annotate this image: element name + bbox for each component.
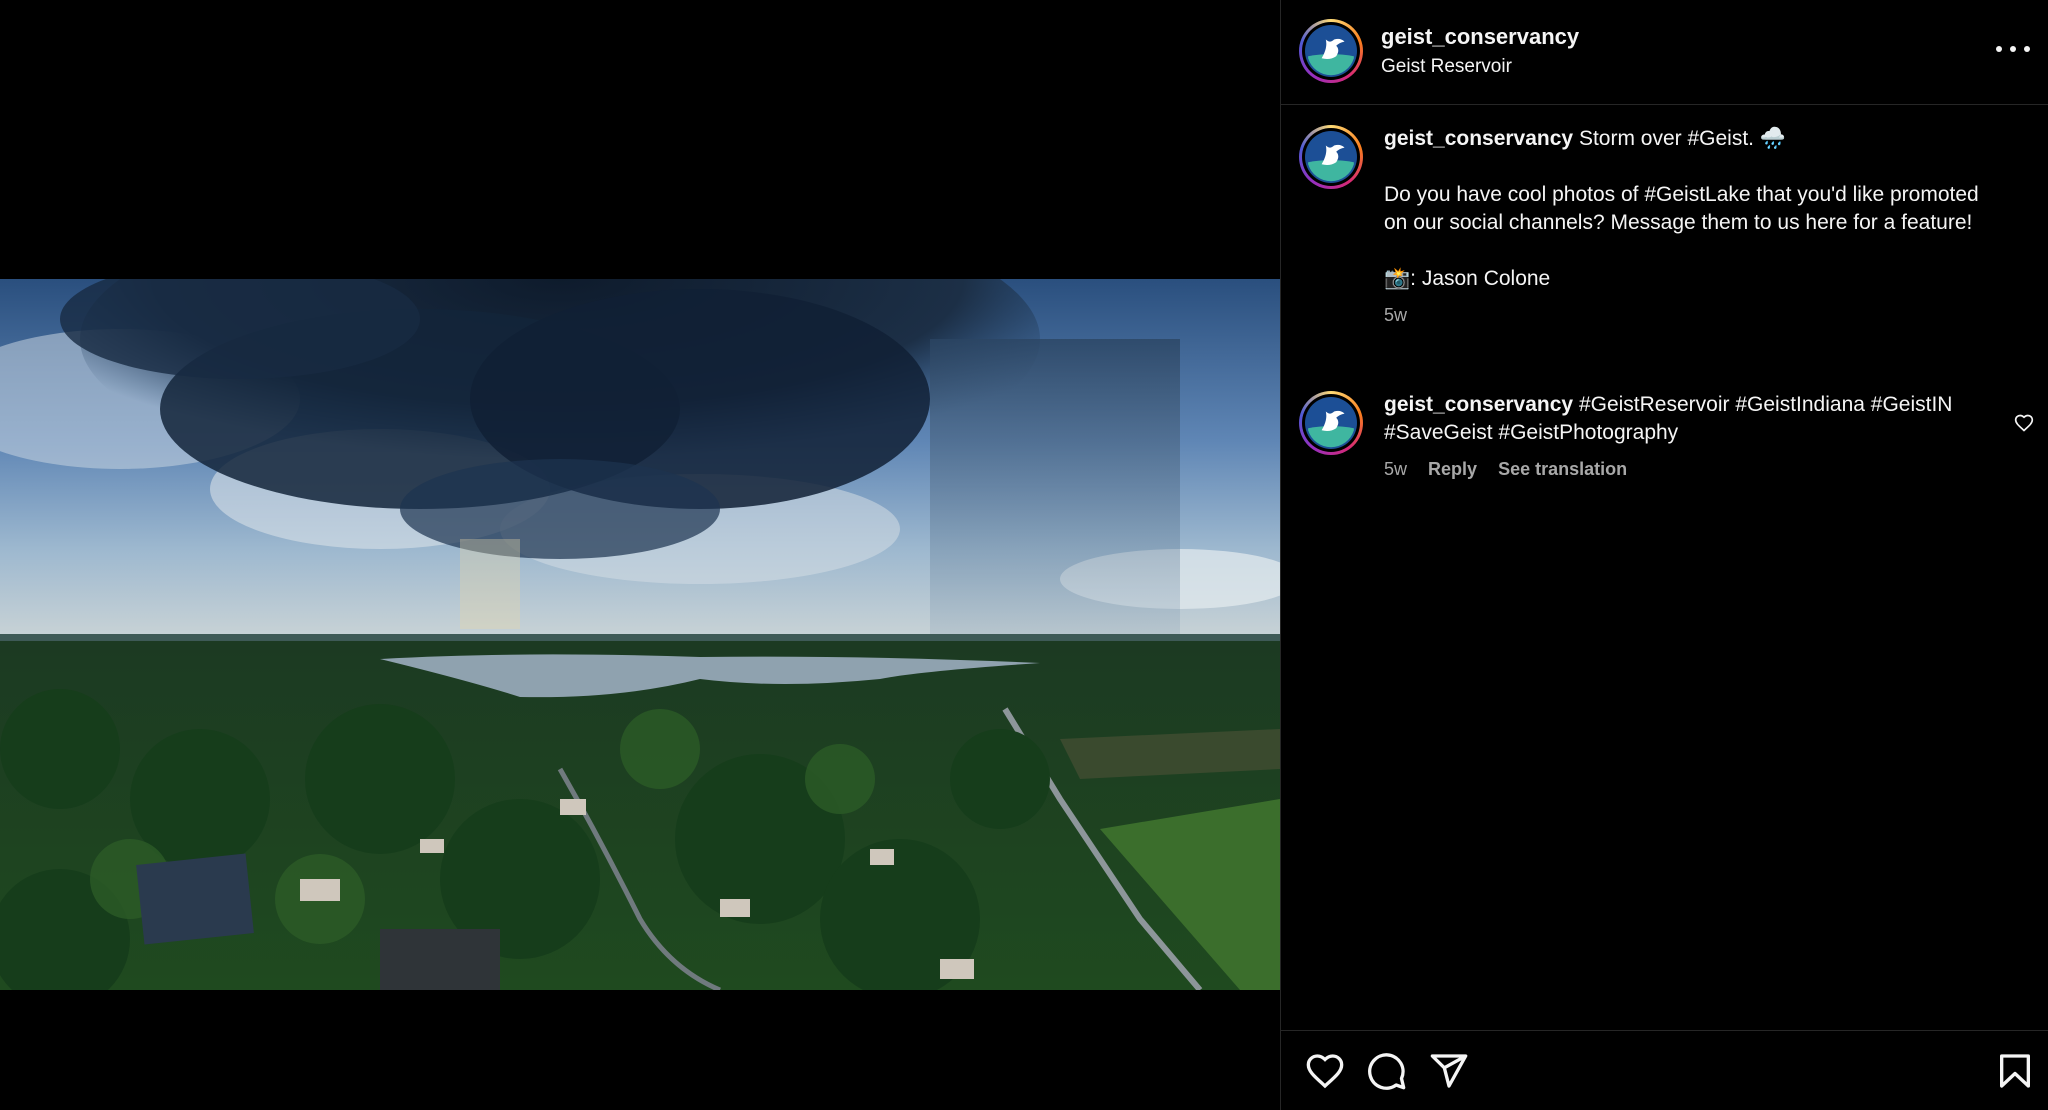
send-icon bbox=[1430, 1054, 1468, 1088]
heart-icon[interactable] bbox=[2014, 413, 2034, 433]
header-username[interactable]: geist_conservancy bbox=[1381, 24, 1579, 50]
post-details-panel: geist_conservancy Geist Reservoir geist_… bbox=[1280, 0, 2048, 1110]
more-horizontal-icon[interactable] bbox=[1996, 36, 2030, 62]
comment-timestamp: 5w bbox=[1384, 459, 1408, 479]
avatar[interactable] bbox=[1299, 19, 1363, 83]
caption-text: Storm over #Geist. 🌧️ bbox=[1578, 127, 1786, 150]
avatar[interactable] bbox=[1299, 125, 1363, 189]
comment-bubble-icon bbox=[1368, 1053, 1406, 1090]
caption-paragraph: Do you have cool photos of #GeistLake th… bbox=[1384, 183, 1979, 234]
dot bbox=[2024, 46, 2030, 52]
like-button[interactable] bbox=[1305, 1051, 1345, 1091]
media-pane bbox=[0, 0, 1280, 1110]
photo-credit: 📸: Jason Colone bbox=[1384, 267, 1551, 290]
caption-meta: 5w bbox=[1384, 303, 1988, 327]
dot bbox=[1996, 46, 2002, 52]
dot bbox=[2010, 46, 2016, 52]
caption-username[interactable]: geist_conservancy bbox=[1384, 127, 1573, 150]
header-location[interactable]: Geist Reservoir bbox=[1381, 56, 1512, 78]
heron-logo-icon bbox=[1305, 397, 1357, 449]
share-button[interactable] bbox=[1429, 1051, 1469, 1091]
comment-meta: 5w Reply See translation bbox=[1384, 457, 1988, 481]
bookmark-icon bbox=[2000, 1054, 2030, 1088]
comment-username[interactable]: geist_conservancy bbox=[1384, 393, 1573, 416]
storm-landscape-image bbox=[0, 279, 1280, 990]
post-photo[interactable] bbox=[0, 279, 1280, 990]
avatar[interactable] bbox=[1299, 391, 1363, 455]
comment-content: geist_conservancy #GeistReservoir #Geist… bbox=[1384, 391, 1988, 447]
comment-body: geist_conservancy #GeistReservoir #Geist… bbox=[1384, 391, 1988, 481]
see-translation-button[interactable]: See translation bbox=[1498, 459, 1627, 479]
post-viewer: geist_conservancy Geist Reservoir geist_… bbox=[0, 0, 2048, 1110]
post-header: geist_conservancy Geist Reservoir bbox=[1281, 0, 2048, 105]
caption-body: geist_conservancy Storm over #Geist. 🌧️ … bbox=[1384, 125, 1988, 327]
heart-icon bbox=[1306, 1054, 1344, 1089]
comment-button[interactable] bbox=[1367, 1051, 1407, 1091]
heron-logo-icon bbox=[1305, 131, 1357, 183]
caption-first-line: geist_conservancy Storm over #Geist. 🌧️ bbox=[1384, 125, 1988, 153]
caption-timestamp: 5w bbox=[1384, 305, 1408, 325]
action-bar bbox=[1281, 1030, 2048, 1110]
save-button[interactable] bbox=[1995, 1051, 2035, 1091]
heron-logo-icon bbox=[1305, 25, 1357, 77]
reply-button[interactable]: Reply bbox=[1428, 459, 1477, 479]
